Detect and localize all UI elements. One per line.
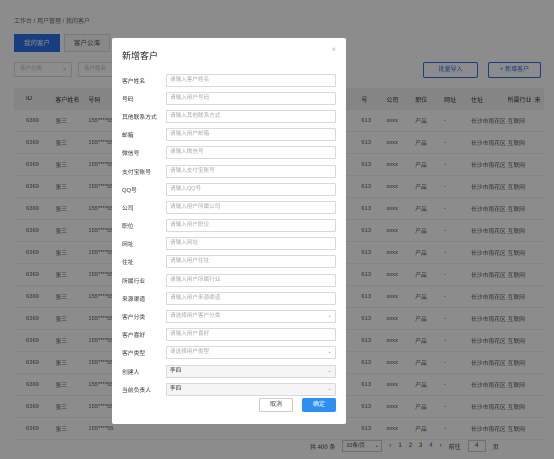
field-placeholder: 请选择用户类型 [170,349,210,356]
field-label: 住址 [122,260,134,267]
form-row: 公司 请输入用户所属公司 [122,198,338,216]
field-input[interactable]: 请输入用户所属公司 [166,200,336,214]
field-label: 来源渠道 [122,296,146,303]
form-row: 来源渠道 请输入用户来源渠道 [122,289,338,307]
field-input[interactable]: 请输入网址 [166,237,336,251]
field-placeholder: 请选择用户客户分类 [170,313,221,320]
confirm-button[interactable]: 确定 [302,398,336,412]
field-input[interactable]: 请输入用户职位 [166,219,336,233]
field-placeholder: 请输入用户邮箱 [170,131,210,138]
form-row: QQ号 请输入QQ号 [122,180,338,198]
chevron-down-icon: ⌄ [327,313,332,320]
form-row: 职位 请输入用户职位 [122,217,338,235]
field-label: 创建人 [122,369,140,376]
field-placeholder: 请输入QQ号 [170,185,202,192]
field-label: 号码 [122,96,134,103]
field-label: 客户喜好 [122,333,146,340]
field-placeholder: 请输入用户住址 [170,258,210,265]
field-input[interactable]: 请输入用户所属行业 [166,273,336,287]
field-placeholder: 请输入网址 [170,240,198,247]
field-select[interactable]: 请选择用户客户分类 ⌄ [166,310,336,324]
field-input[interactable]: 请输入QQ号 [166,182,336,196]
field-label: 网址 [122,242,134,249]
field-input[interactable]: 请输入用户号码 [166,91,336,105]
field-placeholder: 请输入用户来源渠道 [170,294,221,301]
form-row: 网址 请输入网址 [122,235,338,253]
field-label: 微信号 [122,151,140,158]
field-input[interactable]: 请输入其他联系方式 [166,109,336,123]
field-value: 李四 [170,367,182,374]
field-input[interactable]: 请输入支付宝账号 [166,164,336,178]
field-label: 公司 [122,205,134,212]
field-label: 所属行业 [122,278,146,285]
field-placeholder: 请输入用户所属公司 [170,203,221,210]
dialog-actions: 取消 确定 [259,398,336,412]
form-row: 微信号 请输入微信号 [122,144,338,162]
form-row: 其他联系方式 请输入其他联系方式 [122,107,338,125]
chevron-down-icon: ⌄ [327,349,332,356]
field-placeholder: 请输入用户号码 [170,94,210,101]
form-row: 创建人 李四 ⌄ [122,362,338,380]
field-select[interactable]: 请选择用户类型 ⌄ [166,346,336,360]
field-label: 其他联系方式 [122,114,157,121]
field-input[interactable]: 请输入微信号 [166,146,336,160]
form-row: 住址 请输入用户住址 [122,253,338,271]
form-row: 支付宝账号 请输入支付宝账号 [122,162,338,180]
customer-form: 客户姓名 请输入客户姓名 号码 请输入用户号码 其他联系方式 请输入其他联系方式 邮箱 请输入… [122,71,338,398]
add-customer-dialog: 新增客户 × 客户姓名 请输入客户姓名号码 请输入用户号码其他联系方式 请输入其他联系… [112,38,346,424]
dialog-title: 新增客户 [122,51,159,61]
form-row: 客户分类 请选择用户客户分类 ⌄ [122,307,338,325]
field-label: 职位 [122,224,134,231]
field-placeholder: 请输入用户所属行业 [170,276,221,283]
field-label: 当前负责人 [122,387,151,394]
chevron-down-icon: ⌄ [327,385,332,392]
field-placeholder: 请输入微信号 [170,149,204,156]
field-label: 支付宝账号 [122,169,151,176]
field-label: 邮箱 [122,133,134,140]
form-row: 客户喜好 请输入用户喜好 [122,326,338,344]
cancel-button[interactable]: 取消 [259,398,293,412]
field-input[interactable]: 请输入客户姓名 [166,73,336,87]
field-placeholder: 请输入用户职位 [170,222,210,229]
chevron-down-icon: ⌄ [327,367,332,374]
form-row: 当前负责人 李四 ⌄ [122,380,338,398]
form-row: 号码 请输入用户号码 [122,89,338,107]
field-label: 客户姓名 [122,78,146,85]
form-row: 客户姓名 请输入客户姓名 [122,71,338,89]
field-placeholder: 请输入其他联系方式 [170,112,221,119]
field-label: 客户类型 [122,351,146,358]
field-placeholder: 请输入客户姓名 [170,76,210,83]
field-select[interactable]: 李四 ⌄ [166,382,336,396]
field-label: 客户分类 [122,315,146,322]
form-row: 所属行业 请输入用户所属行业 [122,271,338,289]
form-row: 客户类型 请选择用户类型 ⌄ [122,344,338,362]
form-row: 邮箱 请输入用户邮箱 [122,126,338,144]
field-input[interactable]: 请输入用户喜好 [166,328,336,342]
close-icon[interactable]: × [331,45,336,54]
field-input[interactable]: 请输入用户来源渠道 [166,291,336,305]
field-select[interactable]: 李四 ⌄ [166,364,336,378]
field-placeholder: 请输入用户喜好 [170,331,210,338]
field-placeholder: 请输入支付宝账号 [170,167,215,174]
field-label: QQ号 [122,187,137,194]
field-input[interactable]: 请输入用户邮箱 [166,128,336,142]
field-value: 李四 [170,385,182,392]
field-input[interactable]: 请输入用户住址 [166,255,336,269]
